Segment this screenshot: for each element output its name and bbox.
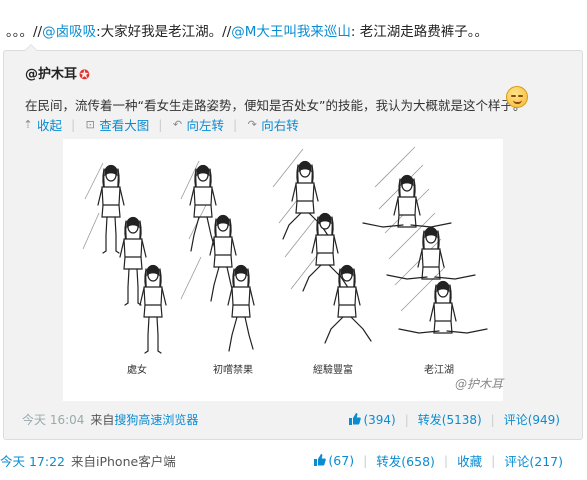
divider: | (71, 117, 76, 132)
caption-1: 處女 (127, 363, 147, 376)
image-watermark: @护木耳 (455, 377, 504, 391)
post-favorite-button[interactable]: 收藏 (457, 451, 482, 470)
repost-meta: 今天 16:04 来自搜狗高速浏览器 (394) | 转发(5138) | 评论(… (22, 411, 582, 429)
post-prefix: 。。。// (6, 24, 43, 40)
rotate-left-icon: ↶ (172, 117, 183, 131)
post-time[interactable]: 今天 17:22 (0, 454, 65, 469)
image-actions: ⇡ 收起 | ⊡ 查看大图 | ↶ 向左转 | ↷ 向右转 (22, 115, 299, 134)
thumbs-up-icon (349, 412, 362, 425)
divider: | (491, 453, 496, 468)
post-forward-button[interactable]: 转发(658) (376, 451, 435, 470)
repost-like-button[interactable]: (394) (348, 412, 396, 427)
repost-comment-button[interactable]: 评论(949) (504, 411, 560, 428)
repost-author[interactable]: @护木耳 ✪ (25, 63, 93, 83)
repost-arrow-inner (25, 45, 37, 51)
rotate-right-button[interactable]: ↷ 向右转 (246, 115, 299, 134)
post-text: 。。。//@卤吸吸:大家好我是老江湖。//@M大王叫我来巡山: 老江湖走路费裤子… (6, 20, 581, 40)
figure-group-4 (362, 174, 488, 334)
repost-source-app-link[interactable]: 搜狗高速浏览器 (114, 413, 198, 427)
divider: | (490, 412, 495, 427)
figure-group-2 (189, 164, 255, 352)
divider: | (404, 412, 409, 427)
post-text-1: :大家好我是老江湖。// (96, 24, 232, 40)
repost-source: 来自搜狗高速浏览器 (90, 413, 198, 427)
repost-box: @护木耳 ✪ 在民间，流传着一种“看女生走路姿势，便知是否处女”的技能，我认为大概… (3, 50, 583, 440)
repost-time[interactable]: 今天 16:04 (22, 413, 84, 427)
post-source: 来自iPhone客户端 (71, 454, 176, 469)
post-like-button[interactable]: (67) (313, 453, 354, 468)
rotate-left-button[interactable]: ↶ 向左转 (171, 115, 224, 134)
post-like-count: (67) (328, 453, 355, 468)
smile-emoji-icon (506, 86, 528, 108)
collapse-button[interactable]: ⇡ 收起 (22, 115, 62, 134)
caption-4: 老江湖 (424, 363, 454, 376)
repost-source-prefix: 来自 (90, 413, 115, 427)
view-large-button[interactable]: ⊡ 查看大图 (84, 115, 150, 134)
repost-text: 在民间，流传着一种“看女生走路姿势，便知是否处女”的技能，我认为大概就是这个样子… (25, 98, 526, 113)
divider: | (363, 453, 368, 468)
repost-forward-button[interactable]: 转发(5138) (418, 411, 482, 428)
post-meta: 今天 17:22 来自iPhone客户端 (67) | 转发(658) | 收藏 … (0, 451, 587, 471)
author-name[interactable]: @护木耳 (25, 67, 77, 82)
figure-group-1 (97, 164, 167, 354)
zoom-icon: ⊡ (85, 117, 95, 131)
repost-action-bar: (394) | 转发(5138) | 评论(949) (348, 411, 560, 428)
mention-link-2[interactable]: @M大王叫我来巡山 (231, 24, 351, 40)
divider: | (158, 117, 163, 132)
figure-group-3 (282, 160, 372, 344)
post-text-2: : 老江湖走路费裤子。。 (350, 24, 489, 40)
thumbs-up-icon (314, 454, 327, 466)
post-action-bar: (67) | 转发(658) | 收藏 | 评论(217) (313, 451, 563, 470)
mention-link-1[interactable]: @卤吸吸 (42, 24, 96, 40)
divider: | (232, 117, 238, 132)
caption-2: 初嚐禁果 (213, 363, 253, 376)
view-large-label: 查看大图 (99, 118, 150, 133)
repost-like-count: (394) (363, 412, 396, 427)
walking-figures-illustration: 處女 初嚐禁果 經驗豐富 老江湖 (82, 146, 488, 376)
collapse-label: 收起 (37, 118, 63, 133)
rotate-right-icon: ↷ (247, 117, 257, 131)
rotate-left-label: 向左转 (186, 118, 224, 133)
caption-3: 經驗豐富 (313, 363, 353, 376)
post-image[interactable]: 處女 初嚐禁果 經驗豐富 老江湖 @护木耳 (63, 139, 503, 401)
post-comment-button[interactable]: 评论(217) (504, 451, 563, 470)
collapse-icon: ⇡ (23, 117, 33, 131)
verified-badge-icon: ✪ (79, 68, 90, 83)
rotate-right-label: 向右转 (261, 118, 299, 133)
divider: | (443, 453, 449, 468)
